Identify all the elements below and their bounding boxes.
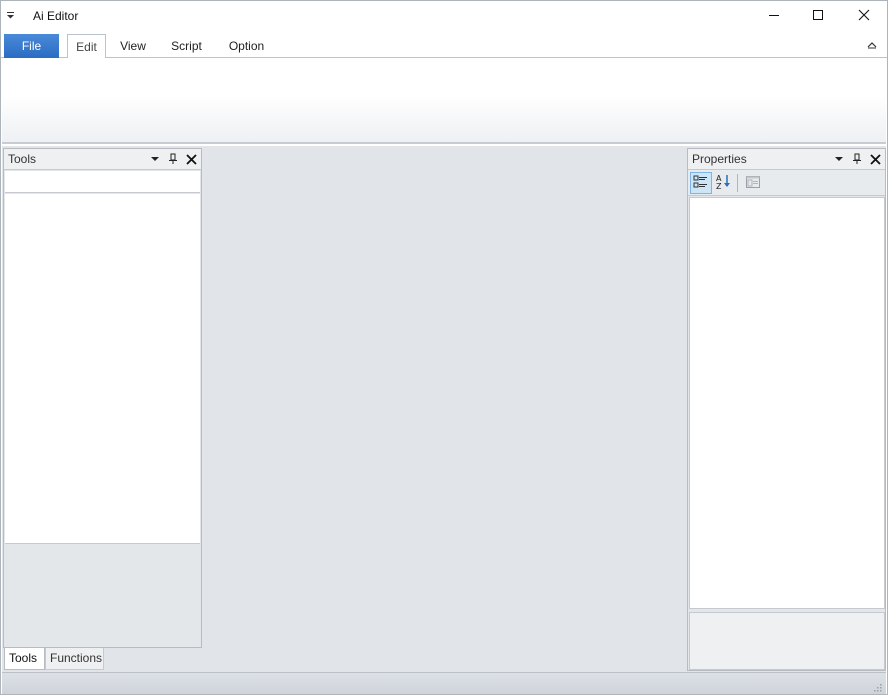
app-window: Ai Editor File Edit View Script Option T… [0, 0, 888, 695]
ribbon-panel [2, 58, 886, 144]
tools-panel: Tools [3, 148, 202, 648]
categorized-icon [693, 174, 709, 193]
minimize-icon [768, 9, 780, 24]
tools-panel-header: Tools [4, 149, 201, 170]
tab-view[interactable]: View [112, 34, 154, 58]
properties-panel-title: Properties [692, 152, 747, 166]
property-grid[interactable] [689, 197, 885, 609]
close-icon [858, 9, 870, 24]
close-icon[interactable] [869, 153, 881, 165]
ribbon-tab-bar: File Edit View Script Option [1, 32, 887, 59]
file-tab[interactable]: File [4, 34, 59, 58]
tab-tools[interactable]: Tools [4, 648, 45, 670]
tab-option[interactable]: Option [220, 34, 273, 58]
pin-icon[interactable] [167, 153, 179, 165]
categorized-button[interactable] [690, 172, 712, 194]
pin-icon[interactable] [851, 153, 863, 165]
tools-search-input[interactable] [5, 171, 200, 193]
ribbon-collapse-button[interactable] [865, 38, 879, 52]
properties-toolbar: AZ [688, 170, 885, 196]
property-pages-icon [745, 174, 761, 193]
chevron-down-icon[interactable] [149, 153, 161, 165]
toolbar-separator [737, 174, 738, 192]
chevron-down-icon[interactable] [833, 153, 845, 165]
property-pages-button[interactable] [742, 172, 764, 194]
properties-panel: Properties AZ [687, 148, 886, 671]
property-description-pane [689, 612, 885, 670]
maximize-icon [812, 9, 824, 24]
tab-functions[interactable]: Functions [45, 648, 104, 670]
tools-list[interactable] [5, 194, 200, 544]
chevron-up-icon [865, 41, 879, 55]
close-button[interactable] [841, 1, 887, 32]
title-bar: Ai Editor [1, 1, 887, 32]
close-icon[interactable] [185, 153, 197, 165]
quick-access-dropdown-icon[interactable] [5, 10, 17, 22]
tools-panel-title: Tools [8, 152, 37, 166]
window-title: Ai Editor [33, 9, 79, 23]
minimize-button[interactable] [751, 1, 797, 32]
status-bar [2, 672, 886, 694]
sort-alphabetical-icon: AZ [715, 173, 733, 194]
svg-text:Z: Z [716, 182, 722, 191]
tab-edit[interactable]: Edit [67, 34, 106, 59]
tab-script[interactable]: Script [164, 34, 209, 58]
properties-panel-header: Properties [688, 149, 885, 170]
alphabetical-button[interactable]: AZ [713, 172, 735, 194]
resize-grip-icon[interactable] [872, 681, 882, 692]
maximize-button[interactable] [795, 1, 841, 32]
